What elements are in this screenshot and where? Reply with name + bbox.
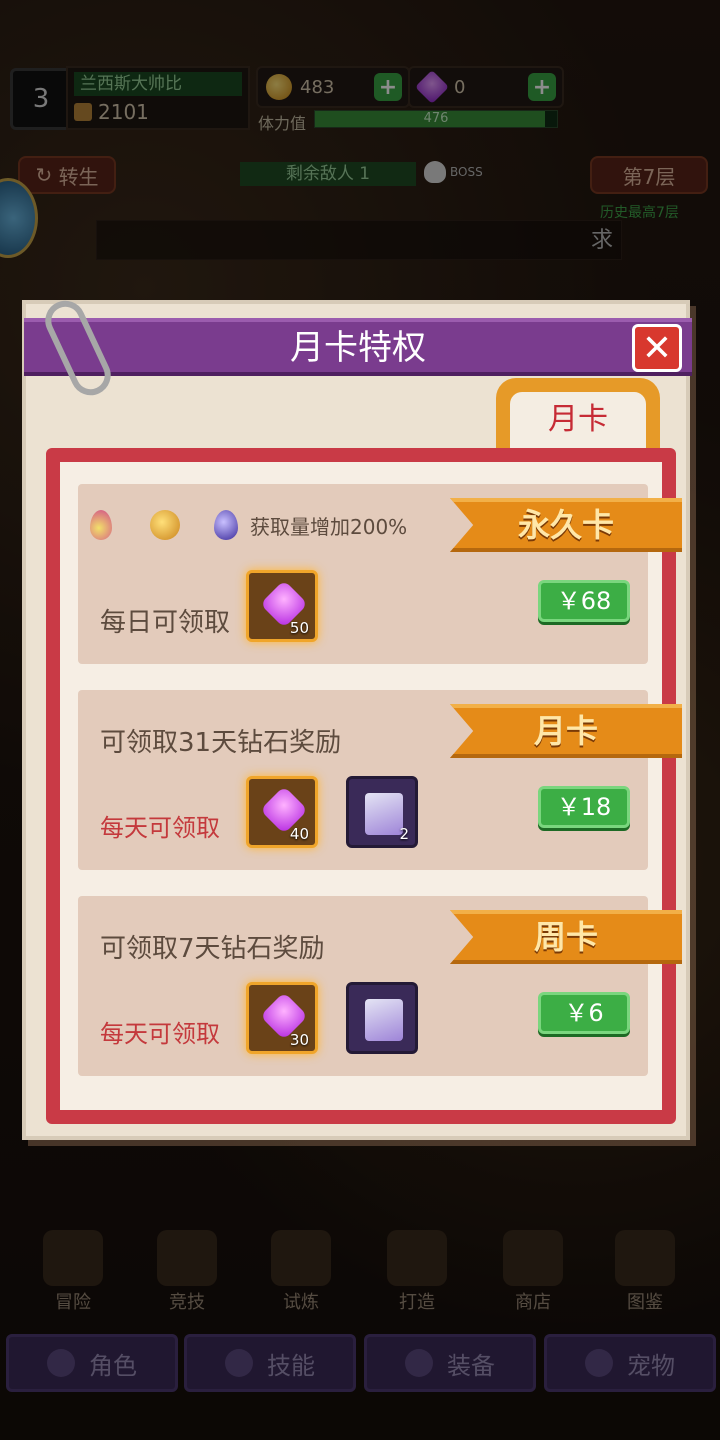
card-banner: 月卡 (450, 704, 682, 758)
modal-header: 月卡特权 ✕ (24, 318, 692, 376)
daily-label: 每日可领取 (100, 608, 231, 638)
item-reward-slot[interactable]: 2 (346, 776, 418, 848)
gold-coin-icon (150, 510, 180, 540)
scroll-potion-icon (365, 793, 403, 835)
daily-label: 每天可领取 (100, 1020, 220, 1048)
modal-title: 月卡特权 (290, 328, 426, 368)
card-monthly: 月卡 可领取31天钻石奖励 每天可领取 40 2 ￥18 (78, 690, 682, 870)
item-count: 2 (399, 825, 409, 843)
card-weekly: 周卡 可领取7天钻石奖励 每天可领取 30 ￥6 (78, 896, 682, 1076)
item-reward-slot[interactable] (346, 982, 418, 1054)
bonus-row: 获取量增加200% (90, 510, 407, 540)
daily-label: 每天可领取 (100, 814, 220, 842)
gem-reward-slot[interactable]: 50 (246, 570, 318, 642)
tab-monthly-card-label: 月卡 (510, 392, 646, 454)
scroll-potion-icon (365, 999, 403, 1041)
tab-monthly-card[interactable]: 月卡 (496, 378, 660, 454)
potion-drop-icon (90, 510, 112, 540)
gem-reward-slot[interactable]: 40 (246, 776, 318, 848)
buy-permanent-button[interactable]: ￥68 (538, 580, 630, 622)
bonus-text: 获取量增加200% (250, 514, 408, 539)
monthly-card-modal: 月卡特权 ✕ 月卡 永久卡 获取量增加200% 每日可领取 50 ￥68 月卡 … (22, 294, 692, 1140)
content-inner: 永久卡 获取量增加200% 每日可领取 50 ￥68 月卡 可领取31天钻石奖励 (60, 462, 682, 1110)
gem-count: 40 (289, 825, 309, 843)
gem-count: 30 (289, 1031, 309, 1049)
card-banner: 永久卡 (450, 498, 682, 552)
buy-weekly-button[interactable]: ￥6 (538, 992, 630, 1034)
card-title: 可领取31天钻石奖励 (100, 728, 342, 758)
gem-reward-slot[interactable]: 30 (246, 982, 318, 1054)
close-button[interactable]: ✕ (632, 324, 682, 372)
card-permanent: 永久卡 获取量增加200% 每日可领取 50 ￥68 (78, 484, 682, 664)
card-banner: 周卡 (450, 910, 682, 964)
buy-monthly-button[interactable]: ￥18 (538, 786, 630, 828)
content-frame: 永久卡 获取量增加200% 每日可领取 50 ￥68 月卡 可领取31天钻石奖励 (46, 448, 682, 1124)
card-title: 可领取7天钻石奖励 (100, 934, 325, 964)
mana-drop-icon (214, 510, 238, 540)
gem-count: 50 (289, 619, 309, 637)
